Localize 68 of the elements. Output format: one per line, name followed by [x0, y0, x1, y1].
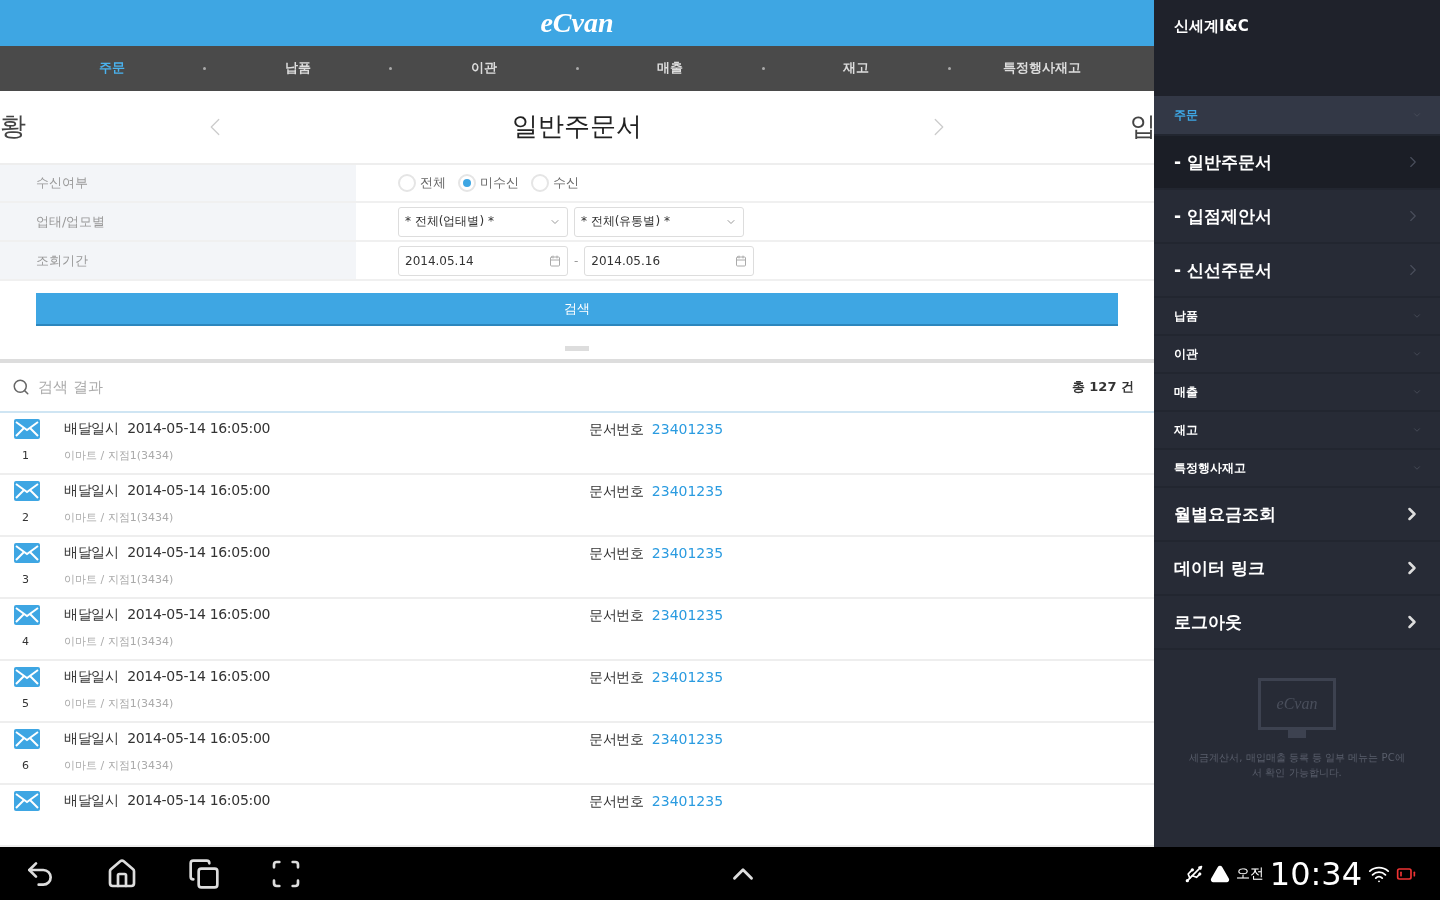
sidebar-item[interactable]: 주문: [1154, 96, 1440, 136]
app-logo: eCvan: [540, 7, 614, 39]
delivery-date: 배달일시 2014-05-14 16:05:00: [64, 730, 272, 748]
am-pm: 오전: [1235, 864, 1264, 883]
document-label: 문서번호: [589, 545, 644, 561]
delivery-date: 배달일시 2014-05-14 16:05:00: [64, 792, 272, 810]
sidebar-item[interactable]: 이관: [1154, 336, 1440, 374]
delivery-date: 배달일시 2014-05-14 16:05:00: [64, 482, 272, 500]
sidebar-item[interactable]: 재고: [1154, 412, 1440, 450]
next-page-title: 입: [1130, 110, 1154, 144]
sidebar-item[interactable]: 로그아웃: [1154, 596, 1440, 650]
nav-tab[interactable]: 이관: [392, 45, 576, 91]
delivery-date: 배달일시 2014-05-14 16:05:00: [64, 606, 272, 624]
delivery-date: 배달일시 2014-05-14 16:05:00: [64, 668, 272, 686]
row-number: 4: [21, 635, 30, 649]
row-number: 2: [21, 511, 30, 525]
page-title: 일반주문서: [511, 110, 643, 144]
nav-tab[interactable]: 매출: [578, 45, 762, 91]
radio-option[interactable]: 수신: [531, 174, 579, 193]
sidebar-item[interactable]: 매출: [1154, 374, 1440, 412]
filter-label: 수신여부: [0, 164, 356, 202]
sidebar-item[interactable]: - 신선주문서: [1154, 244, 1440, 298]
nav-tab[interactable]: 특정행사재고: [950, 45, 1135, 91]
company-name: 신세계I&C: [1174, 17, 1249, 35]
result-row[interactable]: 배달일시 2014-05-14 16:05:00 문서번호 23401235 4 이마트 / 지점1(3434): [0, 599, 1154, 661]
sidebar-item[interactable]: 특정행사재고: [1154, 450, 1440, 488]
document-label: 문서번호: [589, 731, 644, 747]
dropdown[interactable]: * 전체(업태별) *: [398, 206, 568, 237]
store-name: 이마트 / 지점1(3434): [64, 696, 175, 712]
delivery-date: 배달일시 2014-05-14 16:05:00: [64, 544, 272, 562]
result-count: 총 127 건: [1071, 378, 1135, 396]
sidebar-item[interactable]: - 입점제안서: [1154, 190, 1440, 244]
document-label: 문서번호: [589, 793, 644, 809]
sidebar-item[interactable]: 데이터 링크: [1154, 542, 1440, 596]
result-row[interactable]: 배달일시 2014-05-14 16:05:00 문서번호 23401235 6 이마트 / 지점1(3434): [0, 723, 1154, 785]
row-number: 3: [21, 573, 30, 587]
delivery-date: 배달일시 2014-05-14 16:05:00: [64, 420, 272, 438]
document-label: 문서번호: [589, 483, 644, 499]
document-label: 문서번호: [589, 669, 644, 685]
date-field[interactable]: 2014.05.16: [584, 245, 755, 276]
result-row[interactable]: 배달일시 2014-05-14 16:05:00 문서번호 23401235 1 이마트 / 지점1(3434): [0, 413, 1154, 475]
store-name: 이마트 / 지점1(3434): [64, 572, 175, 588]
radio-option[interactable]: 전체: [398, 174, 446, 193]
row-number: 1: [21, 449, 30, 463]
store-name: 이마트 / 지점1(3434): [64, 510, 175, 526]
row-number: 6: [21, 759, 30, 773]
result-row[interactable]: 배달일시 2014-05-14 16:05:00 문서번호 23401235 3 이마트 / 지점1(3434): [0, 537, 1154, 599]
date-field[interactable]: 2014.05.14: [398, 245, 568, 276]
filter-label: 업태/업모별: [0, 203, 356, 241]
document-label: 문서번호: [589, 607, 644, 623]
document-label: 문서번호: [589, 421, 644, 437]
radio-option[interactable]: 미수신: [458, 174, 519, 193]
previous-page-title: 황: [0, 110, 27, 144]
clock: 10:34: [1269, 854, 1362, 893]
result-row[interactable]: 배달일시 2014-05-14 16:05:00 문서번호 23401235 2 이마트 / 지점1(3434): [0, 475, 1154, 537]
sidebar-item[interactable]: - 일반주문서: [1154, 136, 1440, 190]
range-separator: -: [574, 253, 579, 268]
nav-tab[interactable]: 납품: [206, 45, 390, 91]
store-name: 이마트 / 지점1(3434): [64, 634, 175, 650]
nav-tab[interactable]: 재고: [764, 45, 948, 91]
row-number: 5: [21, 697, 30, 711]
dropdown[interactable]: * 전체(유통별) *: [574, 206, 744, 237]
filter-label: 조회기간: [0, 242, 356, 279]
result-row[interactable]: 배달일시 2014-05-14 16:05:00 문서번호 23401235 5 이마트 / 지점1(3434): [0, 661, 1154, 723]
store-name: 이마트 / 지점1(3434): [64, 448, 175, 464]
sidebar-item[interactable]: 월별요금조회: [1154, 488, 1440, 542]
sidebar-item[interactable]: 납품: [1154, 298, 1440, 336]
store-name: 이마트 / 지점1(3434): [64, 758, 175, 774]
